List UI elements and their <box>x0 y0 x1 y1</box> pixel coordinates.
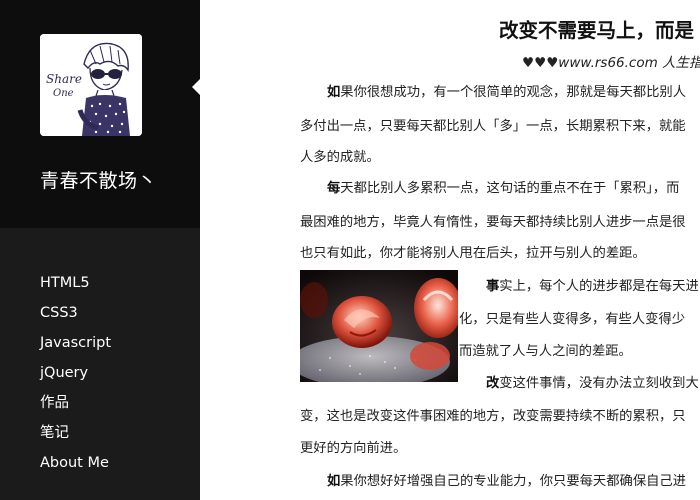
rose-photo <box>300 270 458 382</box>
site-title[interactable]: 青春不散场丶 <box>40 166 157 193</box>
article-line: 而造就了人与人之间的差距。 <box>459 344 632 359</box>
article-line: 事实上，每个人的进步都是在每天进 <box>486 279 699 294</box>
rose-image <box>300 270 458 382</box>
article-title: 改变不需要马上，而是 <box>499 19 695 42</box>
nav-item-works[interactable]: 作品 <box>40 388 111 418</box>
nav-item-css3[interactable]: CSS3 <box>40 298 111 328</box>
article-line: 变，这也是改变这件事困难的地方，改变需要持续不断的累积，只 <box>300 409 686 424</box>
article-line: 改变这件事情，没有办法立刻收到大 <box>486 376 699 391</box>
nav-item-javascript[interactable]: Javascript <box>40 328 111 358</box>
nav-item-html5[interactable]: HTML5 <box>40 268 111 298</box>
sidebar-nav: HTML5 CSS3 Javascript jQuery 作品 笔记 About… <box>40 268 111 478</box>
article-line: 每天都比别人多累积一点，这句话的重点不在于「累积」，而 <box>327 181 680 196</box>
sidebar-header: Share One 青春不散场丶 <box>0 0 201 228</box>
article-line: 化，只是有些人变得多，有些人变得少 <box>459 312 686 327</box>
nav-item-notes[interactable]: 笔记 <box>40 418 111 448</box>
svg-text:One: One <box>53 88 74 99</box>
article-line: 更好的方向前进。 <box>300 441 407 456</box>
svg-text:Share: Share <box>46 72 82 86</box>
article-line: 人多的成就。 <box>300 150 380 165</box>
article-line: 也只有如此，你才能将别人甩在后头，拉开与别人的差距。 <box>300 246 646 261</box>
article-line: 多付出一点，只要每天都比别人「多」一点，长期累积下来，就能 <box>300 119 686 134</box>
avatar-illustration: Share One <box>40 34 142 136</box>
article-content: 改变不需要马上，而是 ♥♥♥www.rs66.com 人生指南 如果你很想成功，… <box>200 0 700 500</box>
avatar[interactable]: Share One <box>40 34 142 136</box>
article-line: 如果你很想成功，有一个很简单的观念，那就是每天都比别人 <box>327 85 687 100</box>
nav-item-about-me[interactable]: About Me <box>40 448 111 478</box>
sidebar: Share One 青春不散场丶 HTML5 CSS3 Javascript j… <box>0 0 201 500</box>
nav-item-jquery[interactable]: jQuery <box>40 358 111 388</box>
article-source[interactable]: ♥♥♥www.rs66.com 人生指南 <box>522 51 700 71</box>
article-line: 最困难的地方，毕竟人有惰性，要每天都持续比别人进步一点是很 <box>300 215 686 230</box>
article-line: 如果你想好好增强自己的专业能力，你只要每天都确保自己进 <box>327 474 687 489</box>
